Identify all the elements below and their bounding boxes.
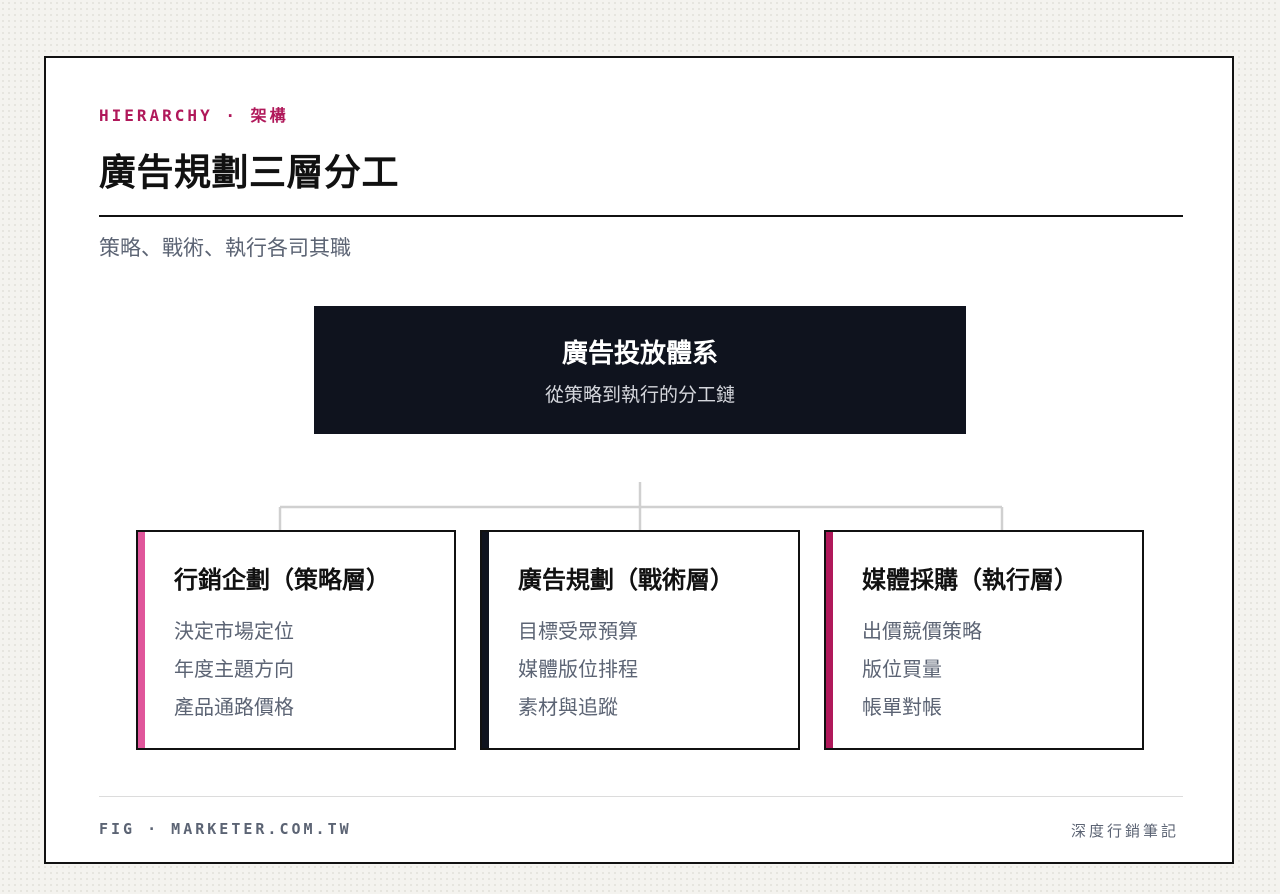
child-node-execution: 媒體採購（執行層） 出價競價策略 版位買量 帳單對帳 [824, 530, 1144, 750]
child-node-title: 行銷企劃（策略層） [174, 565, 390, 594]
root-node-title: 廣告投放體系 [561, 339, 718, 369]
list-item: 決定市場定位 [174, 619, 294, 643]
child-node-tactics: 廣告規劃（戰術層） 目標受眾預算 媒體版位排程 素材與追蹤 [480, 530, 800, 750]
footer-divider [99, 796, 1183, 797]
list-item: 出價競價策略 [862, 619, 982, 643]
list-item: 年度主題方向 [174, 657, 294, 681]
child-node-item-list: 出價競價策略 版位買量 帳單對帳 [862, 612, 982, 726]
list-item: 素材與追蹤 [518, 695, 618, 719]
accent-stripe [826, 532, 833, 748]
child-node-item-list: 目標受眾預算 媒體版位排程 素材與追蹤 [518, 612, 638, 726]
child-node-item-list: 決定市場定位 年度主題方向 產品通路價格 [174, 612, 294, 726]
list-item: 版位買量 [862, 657, 942, 681]
publication-name: 深度行銷筆記 [1070, 822, 1179, 840]
list-item: 帳單對帳 [862, 695, 942, 719]
figure-source-label: FIG · MARKETER.COM.TW [99, 820, 352, 838]
accent-stripe [138, 532, 145, 748]
child-node-title: 廣告規劃（戰術層） [518, 565, 734, 594]
list-item: 目標受眾預算 [518, 619, 638, 643]
accent-stripe [482, 532, 489, 748]
list-item: 產品通路價格 [174, 695, 294, 719]
child-node-strategy: 行銷企劃（策略層） 決定市場定位 年度主題方向 產品通路價格 [136, 530, 456, 750]
diagram-card: HIERARCHY · 架構 廣告規劃三層分工 策略、戰術、執行各司其職 廣告投… [44, 56, 1234, 864]
list-item: 媒體版位排程 [518, 657, 638, 681]
root-node: 廣告投放體系 從策略到執行的分工鏈 [314, 306, 966, 434]
root-node-subtitle: 從策略到執行的分工鏈 [544, 384, 735, 406]
child-node-title: 媒體採購（執行層） [862, 565, 1078, 594]
